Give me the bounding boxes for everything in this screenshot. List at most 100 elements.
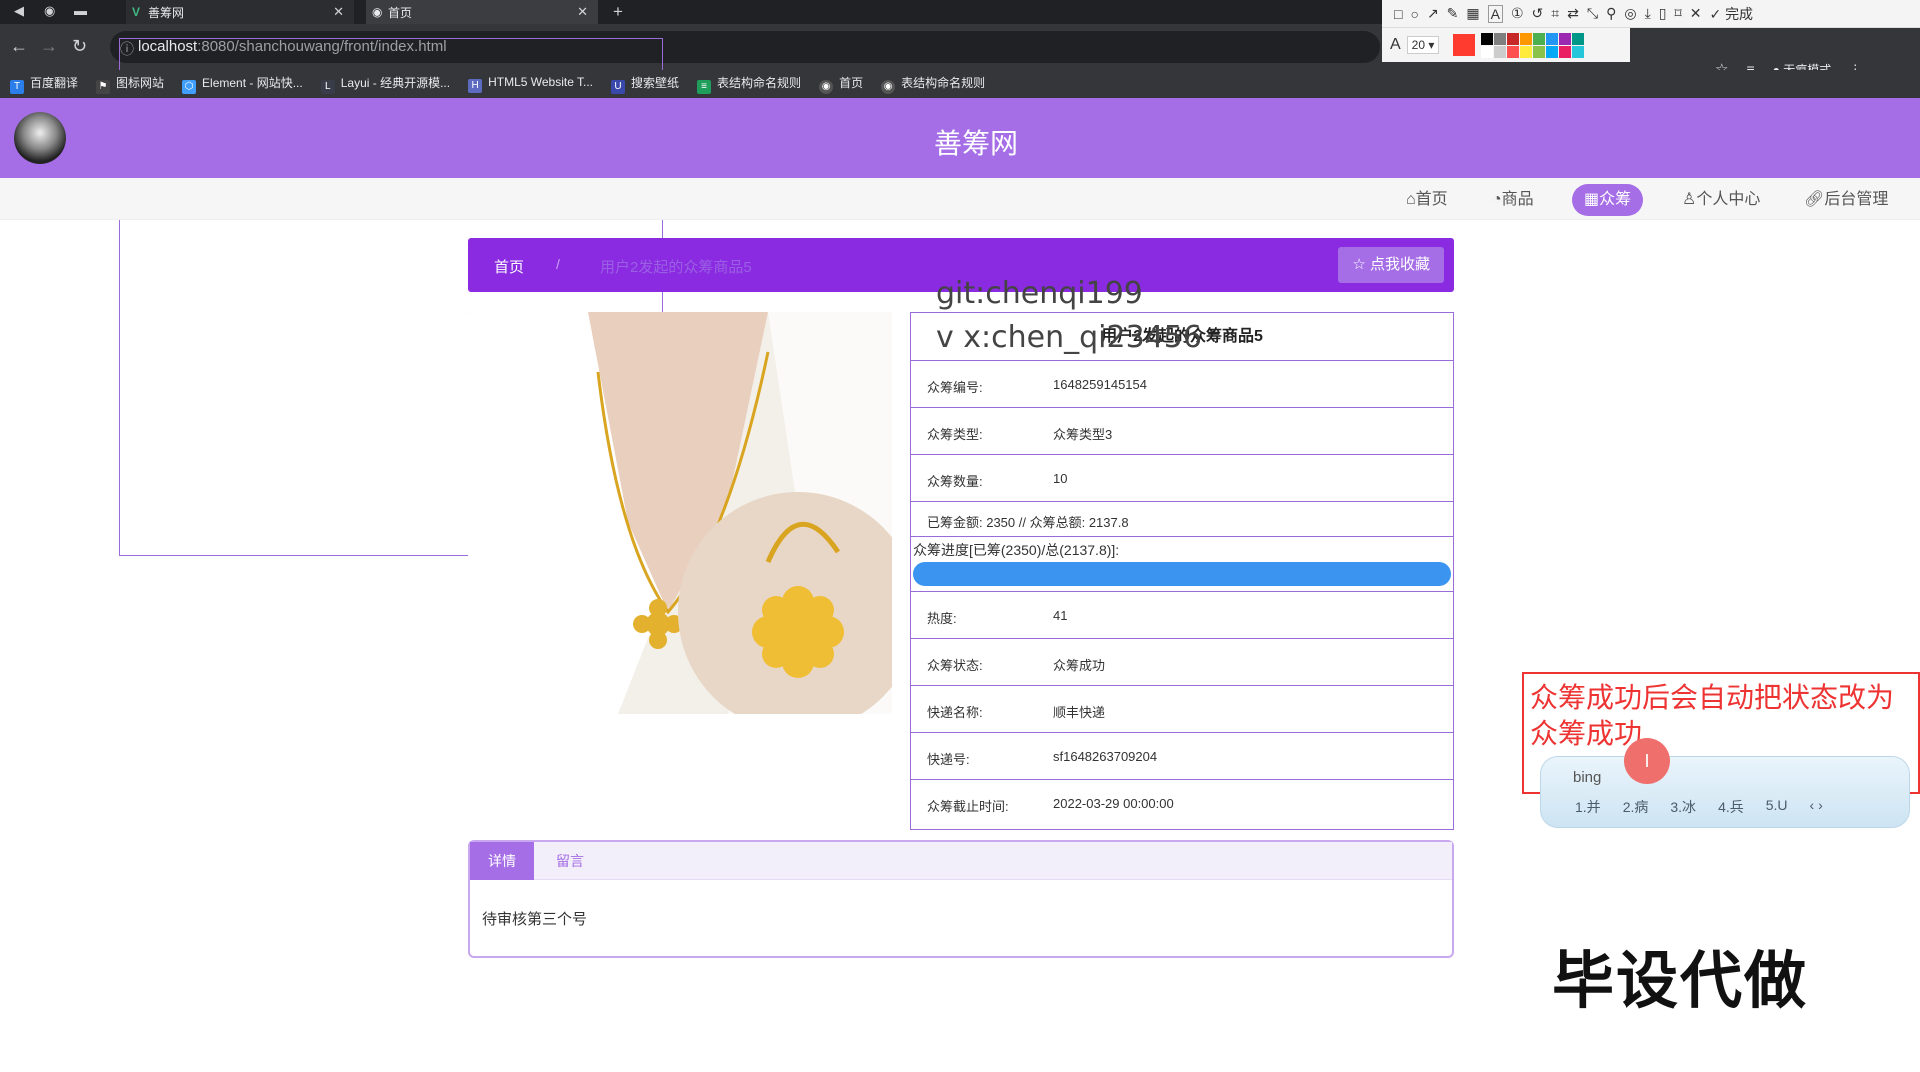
nav-profile[interactable]: ♙个人中心 [1670,184,1772,216]
globe-icon[interactable]: ◉ [44,3,55,19]
site-title: 善筹网 [933,128,1018,159]
pin-icon[interactable]: ⚲ [1606,5,1616,22]
bookmark-item[interactable]: U 搜索壁纸 [611,74,679,94]
info-row-quantity: 众筹数量: 10 [911,455,1453,502]
color-swatch[interactable] [1546,45,1559,58]
color-swatch[interactable] [1533,32,1546,45]
record-icon[interactable]: ◎ [1624,5,1636,22]
rect-tool-icon[interactable]: □ [1394,6,1402,22]
ime-candidate[interactable]: 5.U [1766,797,1788,817]
info-row-type: 众筹类型: 众筹类型3 [911,408,1453,455]
nav-goods[interactable]: ◔商品 [1480,184,1546,216]
ime-candidate[interactable]: 4.兵 [1718,797,1744,817]
close-icon[interactable]: ✕ [577,4,588,20]
color-swatch[interactable] [1533,45,1546,58]
field-value: 顺丰快递 [1053,705,1106,720]
arrow-tool-icon[interactable]: ↗ [1427,5,1439,22]
text-tool-icon[interactable]: A [1487,4,1503,23]
color-swatch[interactable] [1507,32,1520,45]
color-swatch[interactable] [1520,45,1533,58]
nav-home[interactable]: ⌂首页 [1394,184,1460,216]
breadcrumb-home[interactable]: 首页 [494,256,524,277]
bookmark-item[interactable]: ⬡ Element - 网站快... [182,74,303,94]
bookmark-item[interactable]: ≡ 表结构命名规则 [697,74,801,94]
window-icon[interactable]: ▬ [74,3,87,18]
color-swatch[interactable] [1507,45,1520,58]
cursor-indicator: I [1624,738,1670,784]
color-swatch[interactable] [1520,32,1533,45]
font-size-select[interactable]: 20 ▾ [1406,36,1440,54]
color-swatch[interactable] [1494,32,1507,45]
done-button[interactable]: ✓ 完成 [1709,4,1753,24]
ime-page-icon[interactable]: ‹ › [1810,797,1823,817]
close-icon[interactable]: ✕ [333,4,344,20]
breadcrumb-separator: / [556,256,560,272]
info-row-courier: 快递名称: 顺丰快递 [911,686,1453,733]
ime-candidate[interactable]: 3.冰 [1670,797,1696,817]
globe-icon: ◉ [819,80,834,94]
html5-icon: H [468,79,483,93]
crop-icon[interactable]: ⌗ [1551,5,1559,22]
tab-comments[interactable]: 留言 [538,842,602,880]
back-icon[interactable]: ← [10,36,28,57]
color-swatch[interactable] [1481,45,1494,58]
globe-icon: ◉ [881,80,896,94]
bookmark-item[interactable]: H HTML5 Website T... [468,75,593,93]
tab-home[interactable]: ◉ 首页 ✕ [366,0,598,24]
favorite-button[interactable]: ☆ 点我收藏 [1338,247,1444,283]
progress-label: 众筹进度[已筹(2350)/总(2137.8)]: [913,542,1120,558]
ellipse-tool-icon[interactable]: ○ [1410,6,1418,22]
nav-crowdfunding[interactable]: ▦众筹 [1572,184,1644,216]
favorite-label: 点我收藏 [1369,256,1430,273]
reload-icon[interactable]: ↻ [72,36,87,57]
scale-icon[interactable]: ⤡ [1587,5,1598,22]
field-key: 众筹类型: [927,427,983,442]
field-value: 2022-03-29 00:00:00 [1053,796,1174,811]
forward-icon[interactable]: → [40,36,58,57]
watermark-vx: v x:chen_qi23456 [936,320,1202,355]
nav-admin[interactable]: 🔗︎后台管理 [1792,184,1900,216]
download-icon[interactable]: ⤓ [1645,5,1651,22]
info-row-id: 众筹编号: 1648259145154 [911,361,1453,408]
palette-icon: ◔ [1492,191,1502,208]
save-icon[interactable]: ▯ [1659,5,1667,22]
mute-icon[interactable]: ◀ [14,3,24,19]
wallpaper-icon: U [611,80,626,94]
bookmark-icon[interactable]: ⌑ [1675,5,1682,22]
bookmark-item[interactable]: ⚑ 图标网站 [96,74,164,94]
bookmark-item[interactable]: ◉ 首页 [819,74,863,94]
color-swatch[interactable] [1546,32,1559,45]
site-header: 善筹网 [0,98,1920,178]
mosaic-tool-icon[interactable]: ▦ [1466,5,1479,22]
color-swatch[interactable] [1572,32,1585,45]
tab-details[interactable]: 详情 [470,842,534,880]
number-tool-icon[interactable]: ① [1511,5,1524,22]
url-input[interactable]: ⓘ localhost:8080/shanchouwang/front/inde… [110,31,1380,556]
star-icon: ☆ [1352,256,1366,273]
bookmark-item[interactable]: T 百度翻译 [10,74,78,94]
color-swatch[interactable] [1559,45,1572,58]
nav-label: 众筹 [1599,191,1632,208]
current-color-swatch[interactable] [1453,34,1476,56]
bookmark-item[interactable]: L Layui - 经典开源模... [320,74,450,94]
progress-row: 众筹进度[已筹(2350)/总(2137.8)]: [911,537,1453,592]
translate-icon[interactable]: ⇄ [1567,5,1579,22]
nav-label: 个人中心 [1696,191,1761,208]
color-swatch[interactable] [1572,45,1585,58]
tab-shanchouwang[interactable]: V 善筹网 ✕ [126,0,354,24]
pen-tool-icon[interactable]: ✎ [1447,5,1459,22]
user-icon: ♙ [1682,191,1697,208]
undo-icon[interactable]: ↺ [1532,5,1544,22]
tab-content: 待审核第三个号 [482,911,588,928]
info-row-tracking: 快递号: sf1648263709204 [911,733,1453,780]
cancel-icon[interactable]: ✕ [1690,5,1702,22]
ime-candidate[interactable]: 2.病 [1623,797,1649,817]
color-palette[interactable] [1481,32,1591,58]
bookmark-item[interactable]: ◉ 表结构命名规则 [881,74,985,94]
color-swatch[interactable] [1559,32,1572,45]
field-value: 41 [1053,608,1068,623]
color-swatch[interactable] [1494,45,1507,58]
color-swatch[interactable] [1481,32,1494,45]
new-tab-icon[interactable]: + [613,2,623,22]
ime-candidate[interactable]: 1.并 [1575,797,1601,817]
